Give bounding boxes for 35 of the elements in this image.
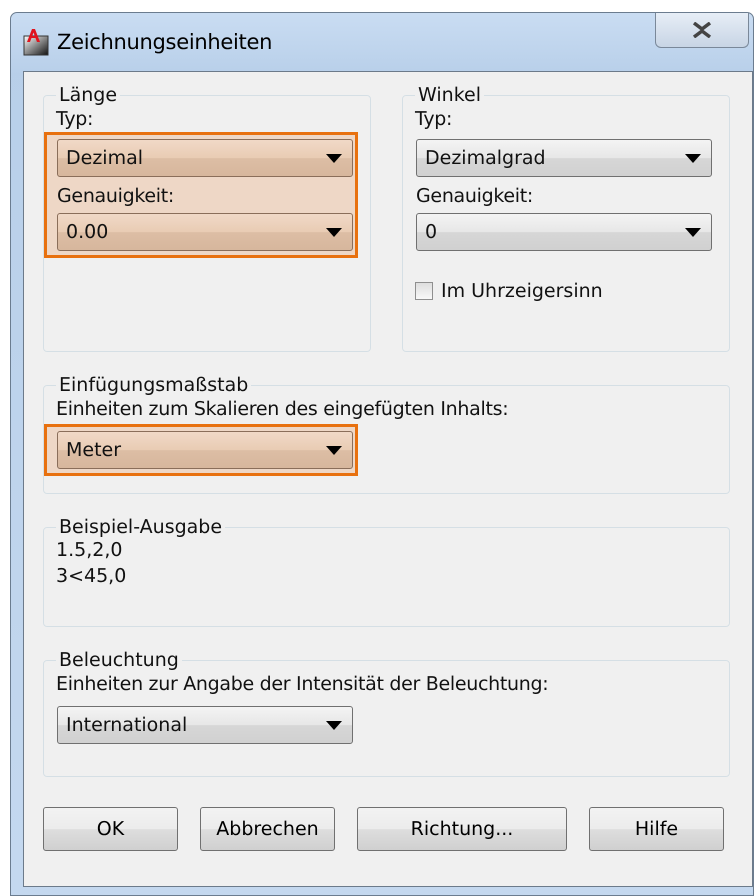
close-button[interactable] [655,13,749,48]
dropdown[interactable]: International [57,706,353,744]
field-label: Typ: [56,107,94,132]
dialog-button[interactable]: OK [43,807,178,851]
field-label: Typ: [415,107,454,132]
sample-text: 3<45,0 [56,564,128,589]
field-label: Einheiten zur Angabe der Intensität der Beleuchtung: [56,672,550,697]
checkbox[interactable] [415,282,433,300]
field-label: Einheiten zum Skalieren des eingefügten Inhalts: [56,397,510,422]
caret-icon [685,154,701,162]
sample-text: 1.5,2,0 [56,538,124,563]
checkbox-label: Im Uhrzeigersinn [441,280,603,302]
window-title: Zeichnungseinheiten [57,30,272,54]
field-label: Genauigkeit: [57,184,176,209]
close-icon [692,22,712,38]
group-title: Winkel [417,84,482,106]
dialog-button[interactable]: Hilfe [589,807,724,851]
group-title: Einfügungsmaßstab [58,374,250,396]
dialog-button[interactable]: Abbrechen [200,807,335,851]
caret-icon [326,228,342,236]
dropdown[interactable]: 0 [416,213,712,251]
dropdown[interactable]: 0.00 [57,213,353,251]
group-title: Länge [58,84,118,106]
dialog-button[interactable]: Richtung... [357,807,567,851]
group-title: Beleuchtung [58,649,180,671]
group-title: Beispiel-Ausgabe [58,516,224,538]
dropdown[interactable]: Dezimal [57,139,353,177]
caret-icon [326,720,342,730]
app-icon [23,28,49,56]
field-label: Genauigkeit: [416,184,534,209]
caret-icon [326,446,342,454]
dropdown[interactable]: Meter [57,431,353,469]
dropdown[interactable]: Dezimalgrad [416,139,712,177]
caret-icon [326,154,342,162]
caret-icon [685,228,701,236]
